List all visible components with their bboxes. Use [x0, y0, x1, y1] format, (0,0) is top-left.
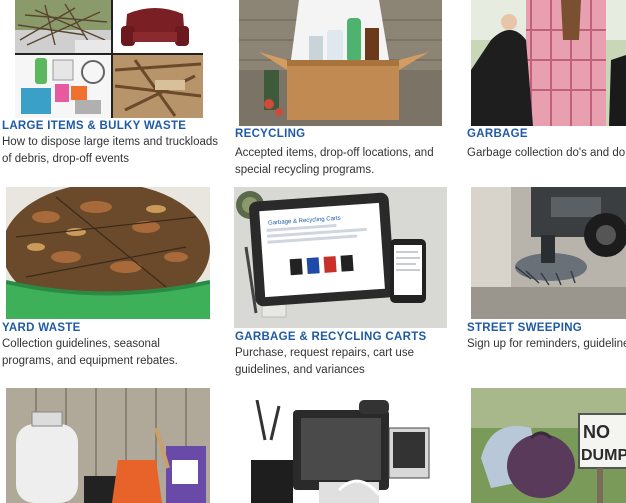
sign-text-dump: DUMP — [581, 447, 626, 464]
card-title-recycling[interactable]: RECYCLING — [235, 128, 305, 140]
hazardous-waste-image[interactable] — [6, 388, 210, 503]
card-title-street-sweeping[interactable]: STREET SWEEPING — [467, 322, 582, 334]
illegal-dumping-image[interactable]: NO DUMP — [471, 388, 626, 503]
card-desc-street-sweeping: Sign up for reminders, guidelines — [467, 338, 626, 350]
garbage-image[interactable] — [471, 0, 626, 126]
card-desc-yard-waste: Collection guidelines, seasonal programs… — [2, 338, 178, 367]
yard-waste-image[interactable] — [6, 187, 210, 319]
card-title-garbage[interactable]: GARBAGE — [467, 128, 528, 140]
street-sweeping-image[interactable] — [471, 187, 626, 319]
card-title-carts[interactable]: GARBAGE & RECYCLING CARTS — [235, 331, 427, 343]
sign-text-no: NO — [583, 422, 610, 442]
card-desc-carts: Purchase, request repairs, cart use guid… — [235, 347, 414, 376]
recycling-image[interactable] — [239, 0, 442, 126]
card-desc-garbage: Garbage collection do's and don'ts — [467, 147, 626, 159]
card-desc-large-items: How to dispose large items and truckload… — [2, 136, 219, 165]
card-desc-recycling: Accepted items, drop-off locations, and … — [235, 147, 434, 176]
card-title-yard-waste[interactable]: YARD WASTE — [2, 322, 81, 334]
electronics-image[interactable] — [249, 400, 435, 503]
large-items-image[interactable] — [15, 0, 203, 118]
card-title-large-items[interactable]: LARGE ITEMS & BULKY WASTE — [2, 120, 186, 132]
carts-image[interactable]: Garbage & Recycling Carts — [234, 187, 447, 328]
